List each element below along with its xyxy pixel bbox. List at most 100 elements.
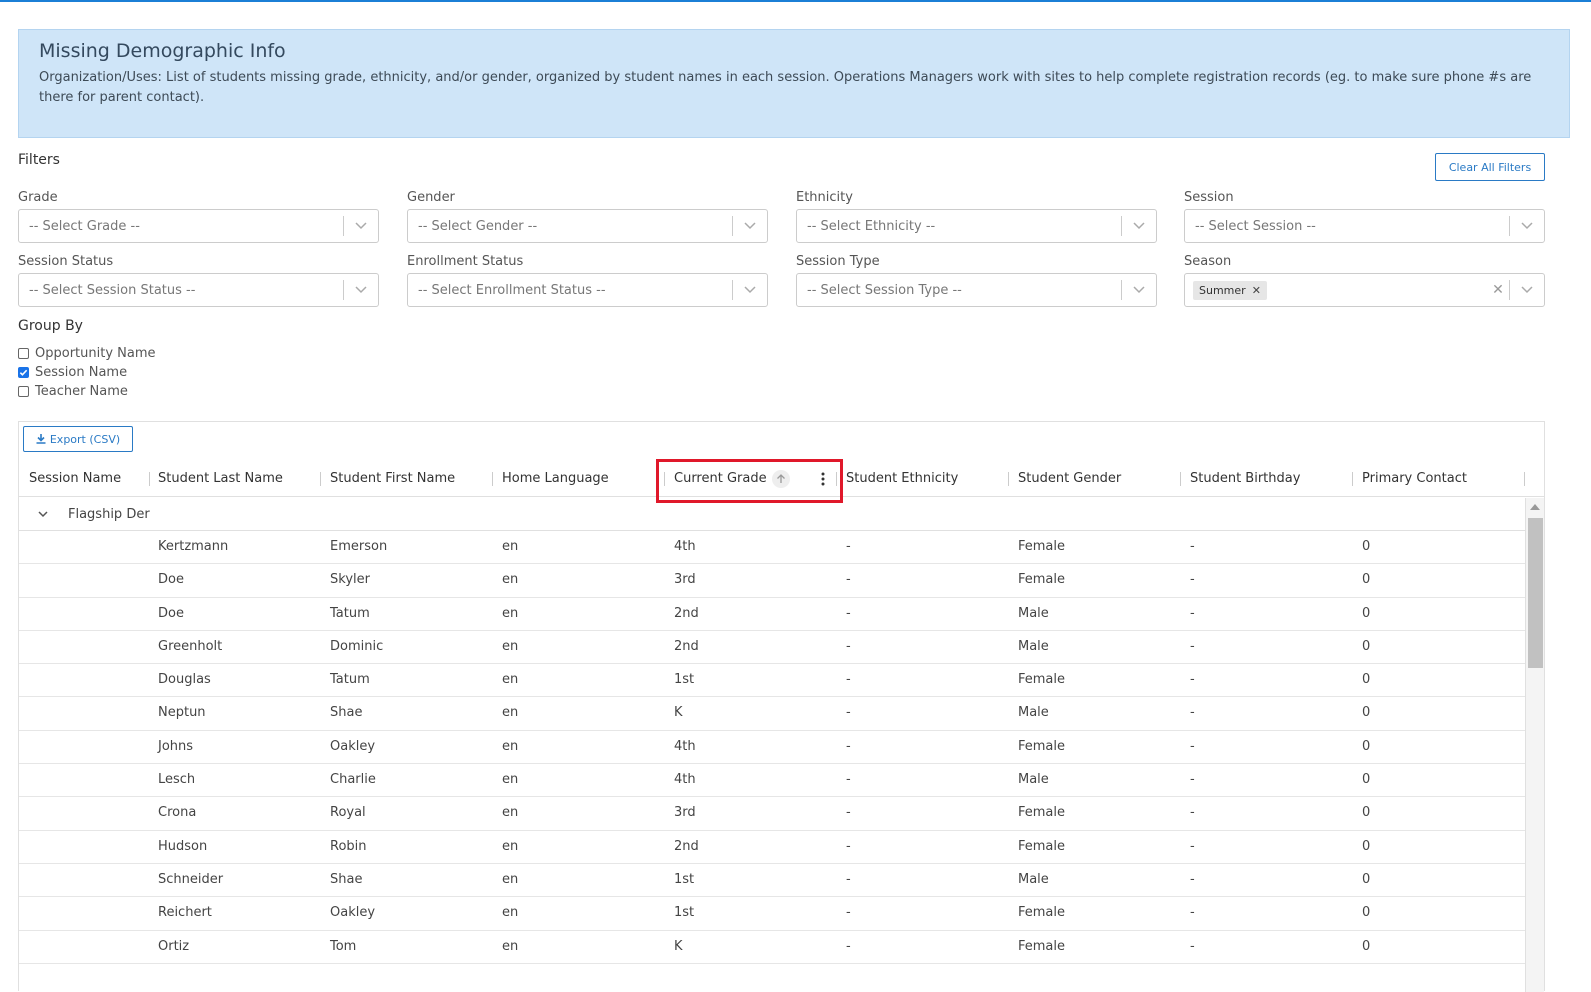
chevron-down-icon[interactable] bbox=[344, 286, 378, 294]
cell-current-grade: K bbox=[674, 938, 683, 954]
session-status-label: Session Status bbox=[18, 254, 114, 269]
chevron-down-icon[interactable] bbox=[733, 222, 767, 230]
cell-ethnicity: - bbox=[846, 572, 851, 588]
column-separator[interactable] bbox=[1352, 472, 1353, 486]
column-separator[interactable] bbox=[1524, 472, 1525, 486]
report-info-banner: Missing Demographic Info Organization/Us… bbox=[18, 29, 1570, 138]
cell-gender: Male bbox=[1018, 705, 1049, 721]
column-separator[interactable] bbox=[149, 472, 150, 486]
table-row[interactable]: Schneider Shae en 1st - Male - 0 bbox=[19, 864, 1525, 898]
column-separator[interactable] bbox=[1008, 472, 1009, 486]
session-status-select[interactable]: -- Select Session Status -- bbox=[18, 273, 379, 307]
column-header-home-language[interactable]: Home Language bbox=[502, 460, 609, 497]
cell-ethnicity: - bbox=[846, 772, 851, 788]
season-value-area: Summer ✕ bbox=[1185, 280, 1487, 300]
table-row[interactable]: Hudson Robin en 2nd - Female - 0 bbox=[19, 831, 1525, 864]
cell-home-language: en bbox=[502, 805, 519, 821]
cell-ethnicity: - bbox=[846, 638, 851, 654]
table-row[interactable]: Douglas Tatum en 1st - Female - 0 bbox=[19, 664, 1525, 698]
group-by-option-label: Teacher Name bbox=[35, 384, 128, 399]
chevron-down-icon[interactable] bbox=[1510, 286, 1544, 294]
group-by-option-teacher[interactable]: Teacher Name bbox=[18, 384, 128, 399]
group-row[interactable]: Flagship Der bbox=[19, 498, 1525, 531]
export-csv-button[interactable]: Export (CSV) bbox=[23, 426, 133, 452]
vertical-scrollbar[interactable] bbox=[1525, 498, 1544, 992]
season-select[interactable]: Summer ✕ ✕ bbox=[1184, 273, 1545, 307]
column-separator[interactable] bbox=[492, 472, 493, 486]
table-row[interactable]: Kertzmann Emerson en 4th - Female - 0 bbox=[19, 531, 1525, 565]
grade-select[interactable]: -- Select Grade -- bbox=[18, 209, 379, 243]
cell-current-grade: 1st bbox=[674, 672, 695, 688]
table-row[interactable]: Johns Oakley en 4th - Female - 0 bbox=[19, 731, 1525, 765]
cell-primary-contact: 0 bbox=[1362, 905, 1371, 921]
gender-select[interactable]: -- Select Gender -- bbox=[407, 209, 768, 243]
table-row[interactable]: Greenholt Dominic en 2nd - Male - 0 bbox=[19, 631, 1525, 665]
remove-chip-icon[interactable]: ✕ bbox=[1252, 284, 1261, 297]
column-header-student-last-name[interactable]: Student Last Name bbox=[158, 460, 283, 497]
cell-last-name: Schneider bbox=[158, 871, 224, 887]
enrollment-status-select[interactable]: -- Select Enrollment Status -- bbox=[407, 273, 768, 307]
table-row[interactable]: Doe Tatum en 2nd - Male - 0 bbox=[19, 598, 1525, 631]
cell-current-grade: 2nd bbox=[674, 638, 699, 654]
column-header-primary-contact[interactable]: Primary Contact bbox=[1362, 460, 1467, 497]
chevron-down-icon[interactable] bbox=[344, 222, 378, 230]
clear-x-icon[interactable]: ✕ bbox=[1487, 282, 1509, 298]
cell-first-name: Shae bbox=[330, 871, 363, 887]
cell-current-grade: 4th bbox=[674, 772, 696, 788]
column-header-student-ethnicity[interactable]: Student Ethnicity bbox=[846, 460, 958, 497]
export-label: Export (CSV) bbox=[49, 432, 121, 446]
session-type-select[interactable]: -- Select Session Type -- bbox=[796, 273, 1157, 307]
table-row[interactable]: Neptun Shae en K - Male - 0 bbox=[19, 697, 1525, 731]
data-grid: Export (CSV) Session Name Student Last N… bbox=[18, 421, 1545, 992]
group-by-option-session[interactable]: Session Name bbox=[18, 365, 127, 380]
column-header-student-gender[interactable]: Student Gender bbox=[1018, 460, 1121, 497]
column-separator[interactable] bbox=[1180, 472, 1181, 486]
chevron-down-icon[interactable] bbox=[733, 286, 767, 294]
cell-gender: Male bbox=[1018, 772, 1049, 788]
cell-primary-contact: 0 bbox=[1362, 605, 1371, 621]
checkbox[interactable] bbox=[18, 348, 29, 359]
cell-ethnicity: - bbox=[846, 605, 851, 621]
cell-birthday: - bbox=[1190, 938, 1195, 954]
chevron-down-icon[interactable] bbox=[1510, 222, 1544, 230]
cell-gender: Male bbox=[1018, 871, 1049, 887]
chevron-down-icon[interactable] bbox=[1122, 286, 1156, 294]
session-select[interactable]: -- Select Session -- bbox=[1184, 209, 1545, 243]
cell-home-language: en bbox=[502, 905, 519, 921]
cell-birthday: - bbox=[1190, 838, 1195, 854]
column-header-student-birthday[interactable]: Student Birthday bbox=[1190, 460, 1300, 497]
cell-gender: Female bbox=[1018, 938, 1066, 954]
checkbox[interactable] bbox=[18, 386, 29, 397]
ethnicity-select[interactable]: -- Select Ethnicity -- bbox=[796, 209, 1157, 243]
grade-placeholder: -- Select Grade -- bbox=[29, 218, 140, 234]
table-row[interactable]: Lesch Charlie en 4th - Male - 0 bbox=[19, 764, 1525, 798]
table-row[interactable]: Doe Skyler en 3rd - Female - 0 bbox=[19, 564, 1525, 598]
column-header-student-first-name[interactable]: Student First Name bbox=[330, 460, 455, 497]
cell-current-grade: 1st bbox=[674, 905, 695, 921]
session-type-label: Session Type bbox=[796, 254, 880, 269]
cell-gender: Female bbox=[1018, 905, 1066, 921]
clear-all-filters-button[interactable]: Clear All Filters bbox=[1435, 153, 1545, 181]
cell-birthday: - bbox=[1190, 805, 1195, 821]
scrollbar-thumb[interactable] bbox=[1528, 518, 1543, 668]
cell-current-grade: 2nd bbox=[674, 838, 699, 854]
scroll-up-arrow[interactable] bbox=[1530, 504, 1540, 510]
table-row[interactable]: Crona Royal en 3rd - Female - 0 bbox=[19, 797, 1525, 831]
cell-birthday: - bbox=[1190, 539, 1195, 554]
column-header-session-name[interactable]: Session Name bbox=[29, 460, 121, 497]
cell-gender: Male bbox=[1018, 605, 1049, 621]
checkbox-checked[interactable] bbox=[18, 367, 29, 378]
cell-first-name: Skyler bbox=[330, 572, 370, 588]
table-row[interactable]: Reichert Oakley en 1st - Female - 0 bbox=[19, 897, 1525, 931]
cell-first-name: Oakley bbox=[330, 905, 376, 921]
cell-birthday: - bbox=[1190, 772, 1195, 788]
group-by-option-opportunity[interactable]: Opportunity Name bbox=[18, 346, 156, 361]
cell-primary-contact: 0 bbox=[1362, 938, 1371, 954]
cell-first-name: Charlie bbox=[330, 772, 376, 788]
chevron-down-icon[interactable] bbox=[1122, 222, 1156, 230]
season-chip: Summer ✕ bbox=[1193, 280, 1267, 300]
table-row[interactable]: Ortiz Tom en K - Female - 0 bbox=[19, 931, 1525, 964]
column-separator[interactable] bbox=[320, 472, 321, 486]
cell-current-grade: 1st bbox=[674, 871, 695, 887]
group-collapse-icon[interactable] bbox=[32, 510, 54, 518]
